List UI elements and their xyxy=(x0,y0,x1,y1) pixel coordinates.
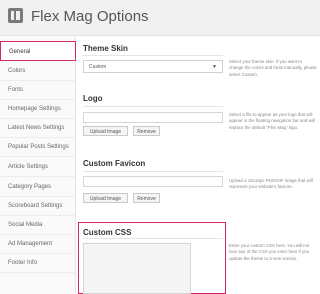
sidebar-item-colors[interactable]: Colors xyxy=(0,61,76,81)
options-header: Flex Mag Options xyxy=(0,0,320,36)
sidebar-item-homepage-settings[interactable]: Homepage Settings xyxy=(0,99,76,119)
theme-skin-select[interactable]: Custom ▼ xyxy=(83,60,223,73)
sidebar-item-general[interactable]: General xyxy=(0,41,76,61)
sidebar-item-ad-management[interactable]: Ad Management xyxy=(0,234,76,254)
favicon-description: Upload a 16x16px PNG/GIF image that will… xyxy=(229,178,313,190)
favicon-remove-button[interactable]: Remove xyxy=(133,193,160,203)
custom-css-heading: Custom CSS xyxy=(83,228,132,237)
divider xyxy=(83,55,223,56)
sidebar-item-popular-posts-settings[interactable]: Popular Posts Settings xyxy=(0,137,76,157)
favicon-url-input[interactable] xyxy=(83,176,223,187)
divider xyxy=(83,238,223,239)
logo-url-input[interactable] xyxy=(83,112,223,123)
logo-upload-button[interactable]: Upload Image xyxy=(83,126,128,136)
chevron-down-icon: ▼ xyxy=(212,64,217,70)
page-title: Flex Mag Options xyxy=(31,8,149,25)
custom-css-textarea[interactable] xyxy=(83,243,191,294)
custom-css-description: Enter your custom CSS here. You will not… xyxy=(229,243,310,261)
sidebar-item-latest-news-settings[interactable]: Latest News Settings xyxy=(0,118,76,138)
favicon-heading: Custom Favicon xyxy=(83,159,146,168)
divider xyxy=(83,106,223,107)
theme-skin-selected-value: Custom xyxy=(89,64,107,70)
theme-skin-heading: Theme Skin xyxy=(83,44,128,53)
sidebar-item-social-media[interactable]: Social Media xyxy=(0,215,76,235)
logo-heading: Logo xyxy=(83,94,103,103)
sidebar-item-category-pages[interactable]: Category Pages xyxy=(0,177,76,197)
theme-skin-description: Select your theme skin. If you want to c… xyxy=(229,59,317,77)
sidebar-item-scoreboard-settings[interactable]: Scoreboard Settings xyxy=(0,196,76,216)
sidebar-item-fonts[interactable]: Fonts xyxy=(0,80,76,100)
options-panel-icon xyxy=(8,8,23,23)
logo-description: Select a file to appear as your logo tha… xyxy=(229,112,315,130)
logo-remove-button[interactable]: Remove xyxy=(133,126,160,136)
sidebar-item-article-settings[interactable]: Article Settings xyxy=(0,157,76,177)
options-sidebar: General Colors Fonts Homepage Settings L… xyxy=(0,37,76,294)
favicon-upload-button[interactable]: Upload Image xyxy=(83,193,128,203)
divider xyxy=(83,171,223,172)
sidebar-item-footer-info[interactable]: Footer Info xyxy=(0,253,76,273)
